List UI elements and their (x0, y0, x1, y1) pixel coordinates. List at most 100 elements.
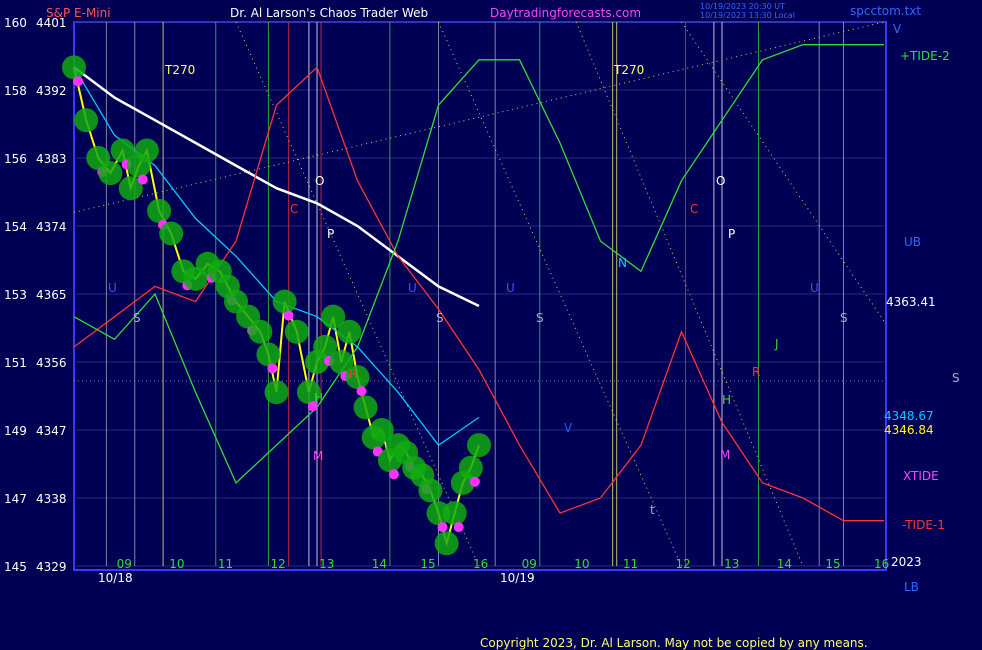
y-tick-label-4: 153 (4, 288, 27, 302)
marker-s-2: S (436, 311, 444, 325)
label-xtide: XTIDE (903, 469, 939, 483)
x-tick-hour-5: 14 (372, 557, 387, 571)
chart-background (0, 0, 982, 650)
x-date-1: 10/19 (500, 571, 535, 585)
website-link[interactable]: Daytradingforecasts.com (490, 6, 641, 20)
cluster-blob-37 (418, 478, 443, 503)
marker-s-1: S (133, 311, 141, 325)
file-name: spcctom.txt (850, 4, 921, 18)
magenta-dot-18 (267, 363, 278, 374)
x-date-0: 10/18 (98, 571, 133, 585)
instrument-label: S&P E-Mini (46, 6, 111, 20)
x-tick-hour-15: 16 (874, 557, 889, 571)
cluster-blob-29 (353, 395, 378, 420)
marker-j: J (774, 337, 779, 351)
marker-r-b: R (752, 365, 760, 379)
label-tide2: +TIDE-2 (900, 49, 950, 63)
cluster-blob-3 (98, 161, 123, 186)
marker-c-a: C (290, 202, 298, 216)
y-tick-label-8: 145 (4, 560, 27, 574)
cluster-blob-0 (62, 55, 86, 80)
y-tick-label-2: 156 (4, 152, 27, 166)
y-tick-price-4: 4365 (36, 288, 67, 302)
cluster-blob-42 (458, 455, 483, 480)
marker-v-mid: V (564, 421, 573, 435)
y-tick-price-6: 4347 (36, 424, 67, 438)
cluster-blob-19 (264, 380, 289, 405)
y-tick-price-2: 4383 (36, 152, 67, 166)
x-tick-hour-6: 15 (420, 557, 435, 571)
marker-p-b: P (728, 227, 735, 241)
year-label: 2023 (891, 555, 922, 569)
marker-r-a: R (349, 367, 357, 381)
label-s-far: S (952, 371, 960, 385)
label-price-c: 4346.84 (884, 423, 934, 437)
marker-o-a: O (315, 174, 324, 188)
marker-u-c: U (506, 281, 515, 295)
x-tick-hour-13: 14 (777, 557, 792, 571)
magenta-dot-6 (137, 174, 148, 185)
marker-m-a: M (313, 449, 323, 463)
marker-t270-b: T270 (613, 63, 644, 77)
y-tick-price-3: 4374 (36, 220, 67, 234)
y-tick-price-7: 4338 (36, 492, 67, 506)
cluster-blob-8 (147, 198, 172, 223)
marker-h-a: H (314, 391, 323, 405)
copyright: Copyright 2023, Dr. Al Larson. May not b… (480, 636, 868, 650)
x-tick-hour-10: 11 (623, 557, 638, 571)
chart-title: Dr. Al Larson's Chaos Trader Web (230, 6, 428, 20)
cluster-blob-21 (284, 319, 309, 344)
marker-o-b: O (716, 174, 725, 188)
marker-s-3: S (536, 311, 544, 325)
marker-h-b: H (722, 393, 731, 407)
marker-s-4: S (840, 311, 848, 325)
label-price-b: 4348.67 (884, 409, 934, 423)
x-tick-hour-11: 12 (676, 557, 691, 571)
x-tick-hour-12: 13 (724, 557, 739, 571)
marker-u-b: U (408, 281, 417, 295)
cluster-blob-17 (248, 319, 273, 344)
marker-p-a: P (327, 227, 334, 241)
magenta-dot-0 (73, 76, 83, 87)
x-tick-hour-0: 09 (117, 557, 132, 571)
cluster-blob-18 (256, 342, 281, 367)
magenta-dot-20 (283, 310, 294, 321)
label-ub: UB (904, 235, 921, 249)
x-tick-hour-8: 09 (522, 557, 537, 571)
x-tick-hour-9: 10 (574, 557, 589, 571)
y-tick-label-3: 154 (4, 220, 27, 234)
x-tick-hour-1: 10 (169, 557, 184, 571)
cluster-blob-39 (434, 531, 459, 556)
stamp-local: 10/19/2023 13:30 Local (700, 11, 795, 20)
marker-c-b: C (690, 202, 698, 216)
cluster-blob-20 (272, 289, 297, 314)
y-tick-price-8: 4329 (36, 560, 67, 574)
y-tick-label-0: 160 (4, 16, 27, 30)
y-tick-price-5: 4356 (36, 356, 67, 370)
y-tick-label-7: 147 (4, 492, 27, 506)
y-tick-label-1: 158 (4, 84, 27, 98)
x-tick-hour-2: 11 (218, 557, 233, 571)
marker-u-d: U (810, 281, 819, 295)
label-lb: LB (904, 580, 919, 594)
cluster-blob-9 (159, 221, 184, 246)
marker-u-a: U (108, 281, 117, 295)
cluster-blob-1 (74, 108, 99, 133)
y-tick-label-5: 151 (4, 356, 27, 370)
label-v: V (893, 22, 902, 36)
magenta-dot-42 (469, 476, 480, 487)
x-tick-hour-14: 15 (825, 557, 840, 571)
cluster-blob-40 (442, 501, 467, 526)
y-tick-label-6: 149 (4, 424, 27, 438)
magenta-dot-40 (453, 522, 464, 533)
stamp-utc: 10/19/2023 20:30 UT (700, 2, 785, 11)
marker-t270-a: T270 (164, 63, 195, 77)
magenta-dot-28 (356, 386, 367, 397)
marker-m-b: M (720, 448, 730, 462)
label-price-a: 4363.41 (886, 295, 936, 309)
marker-t-small: t (650, 503, 655, 517)
chart: 160 4401158 4392156 4383154 4374153 4365151 43… (0, 0, 982, 650)
magenta-dot-38 (437, 522, 448, 533)
cluster-blob-27 (337, 319, 362, 344)
marker-n: N (618, 256, 627, 270)
